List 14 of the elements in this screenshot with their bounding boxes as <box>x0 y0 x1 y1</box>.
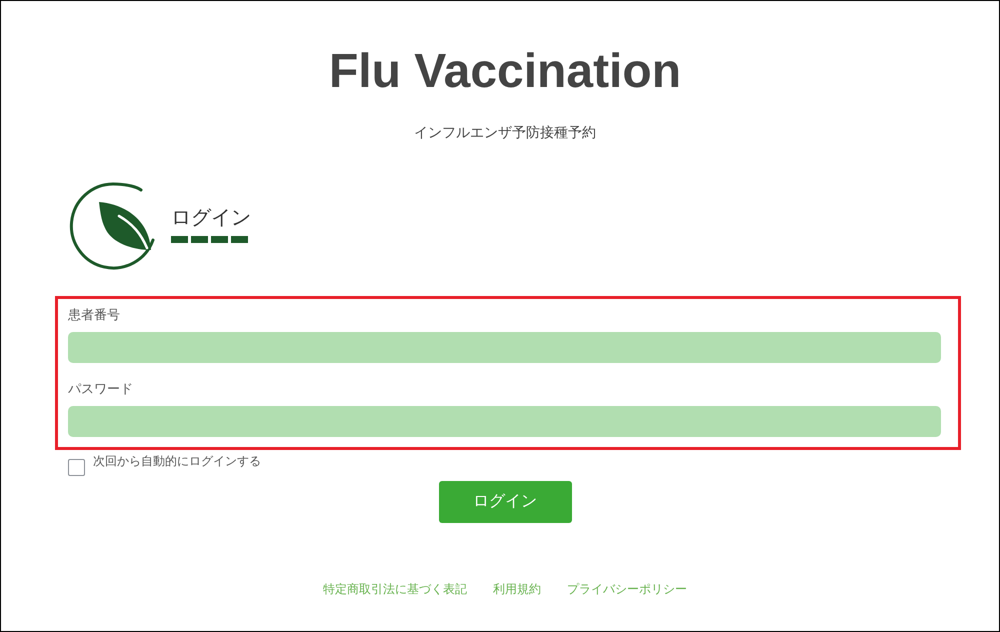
footer-link[interactable]: 特定商取引法に基づく表記 <box>323 581 467 597</box>
checkbox[interactable] <box>68 459 85 476</box>
login-heading: ログイン <box>171 206 251 231</box>
field-label: パスワード <box>68 380 134 398</box>
login-button[interactable]: ログイン <box>438 481 572 523</box>
input-field[interactable] <box>68 332 941 363</box>
page-subtitle: インフルエンザ予防接種予約 <box>414 123 596 142</box>
input-field[interactable] <box>68 406 941 437</box>
footer-link[interactable]: 利用規約 <box>493 581 541 597</box>
field-label: 患者番号 <box>68 306 121 324</box>
footer-link[interactable]: プライバシーポリシー <box>567 581 687 597</box>
page-title: Flu Vaccination <box>328 44 682 100</box>
checkbox-label: 次回から自動的にログインする <box>93 453 261 469</box>
dashed-bar-icon <box>171 236 248 243</box>
